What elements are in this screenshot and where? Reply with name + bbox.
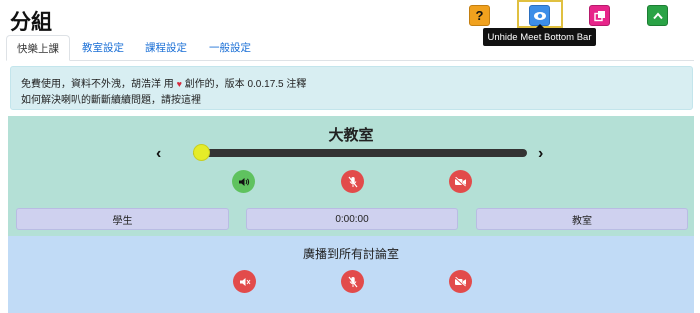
eye-icon	[533, 11, 546, 20]
classroom-button[interactable]: 教室	[476, 208, 688, 230]
video-button[interactable]	[449, 170, 472, 193]
collapse-button[interactable]	[647, 5, 668, 26]
speaker-muted-icon	[239, 277, 250, 286]
room-slider[interactable]	[193, 144, 527, 161]
students-button[interactable]: 學生	[16, 208, 229, 230]
broadcast-mic-button[interactable]	[341, 270, 364, 293]
status-bar: 學生 0:00:00 教室	[8, 202, 694, 236]
help-button[interactable]: ?	[469, 5, 490, 26]
chevron-up-icon	[652, 11, 663, 19]
unhide-bottom-bar-button[interactable]	[529, 5, 550, 26]
video-off-icon	[454, 276, 466, 287]
video-off-icon	[454, 176, 466, 187]
notice-box: 免費使用，資料不外洩，胡浩洋 用 ♥ 創作的，版本 0.0.17.5 注釋 如何…	[10, 66, 693, 110]
speaker-button[interactable]	[232, 170, 255, 193]
tab-class[interactable]: 快樂上課	[6, 35, 70, 61]
mic-off-icon	[348, 176, 357, 187]
notice-help-link[interactable]: 如何解決喇叭的斷斷續續問題，請按這裡	[21, 91, 201, 106]
heart-icon: ♥	[176, 79, 182, 89]
prev-room-button[interactable]: ‹	[156, 145, 161, 163]
speaker-icon	[238, 177, 249, 186]
slider-thumb[interactable]	[193, 144, 210, 161]
tab-course-settings[interactable]: 課程設定	[134, 35, 198, 60]
broadcast-video-button[interactable]	[449, 270, 472, 293]
tab-classroom-settings[interactable]: 教室設定	[72, 35, 134, 60]
page-title: 分組	[10, 11, 52, 34]
mic-button[interactable]	[341, 170, 364, 193]
broadcast-panel: 廣播到所有討論室	[8, 236, 694, 313]
tab-general-settings[interactable]: 一般設定	[198, 35, 262, 60]
room-title: 大教室	[328, 127, 374, 144]
question-icon: ?	[475, 8, 484, 23]
pip-button[interactable]	[589, 5, 610, 26]
timer-display: 0:00:00	[246, 208, 458, 230]
main-room-panel: 大教室 ‹ ›	[8, 116, 694, 202]
next-room-button[interactable]: ›	[538, 145, 543, 163]
tab-bar: 快樂上課 教室設定 課程設定 一般設定	[6, 35, 694, 61]
copy-windows-icon	[593, 10, 605, 21]
broadcast-speaker-button[interactable]	[233, 270, 256, 293]
notice-suffix: 創作的，版本 0.0.17.5 注釋	[184, 79, 307, 90]
mic-off-icon	[348, 276, 357, 287]
notice-line-1: 免費使用，資料不外洩，胡浩洋 用 ♥ 創作的，版本 0.0.17.5 注釋	[21, 75, 306, 90]
broadcast-title: 廣播到所有討論室	[302, 247, 399, 261]
notice-prefix: 免費使用，資料不外洩，胡浩洋 用	[21, 79, 174, 90]
